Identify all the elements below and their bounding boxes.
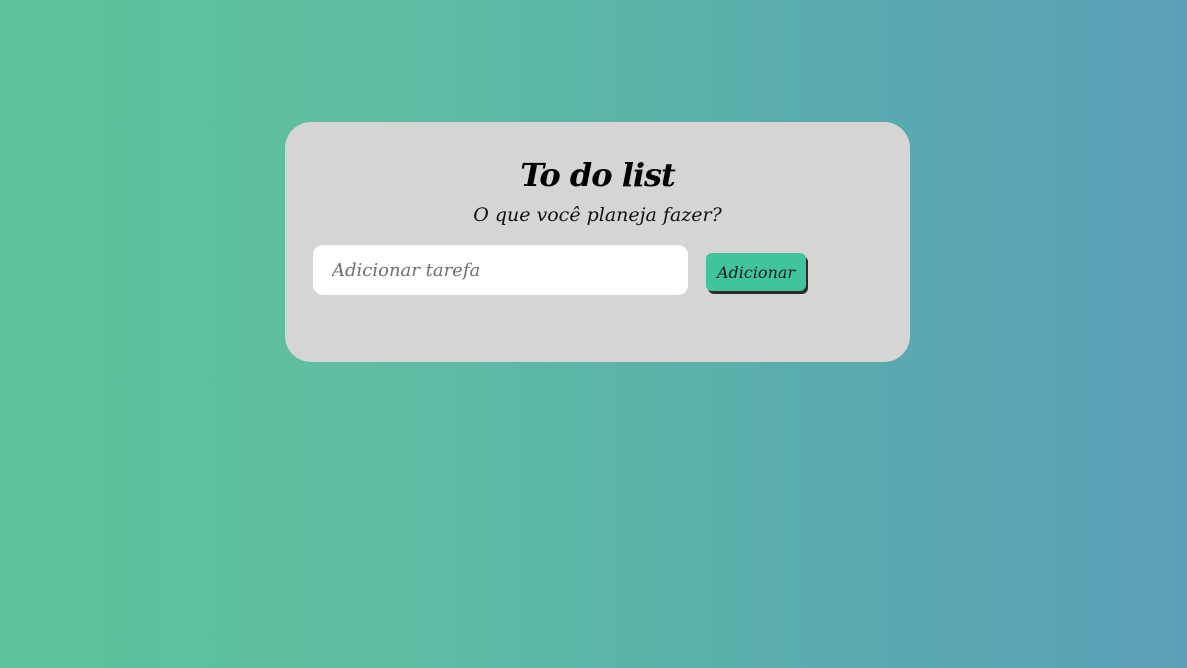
page-title: To do list	[520, 156, 676, 194]
add-task-button[interactable]: Adicionar	[706, 253, 806, 291]
task-input[interactable]	[313, 245, 688, 295]
page-subtitle: O que você planeja fazer?	[473, 204, 722, 226]
todo-card: To do list O que você planeja fazer? Adi…	[285, 122, 910, 362]
